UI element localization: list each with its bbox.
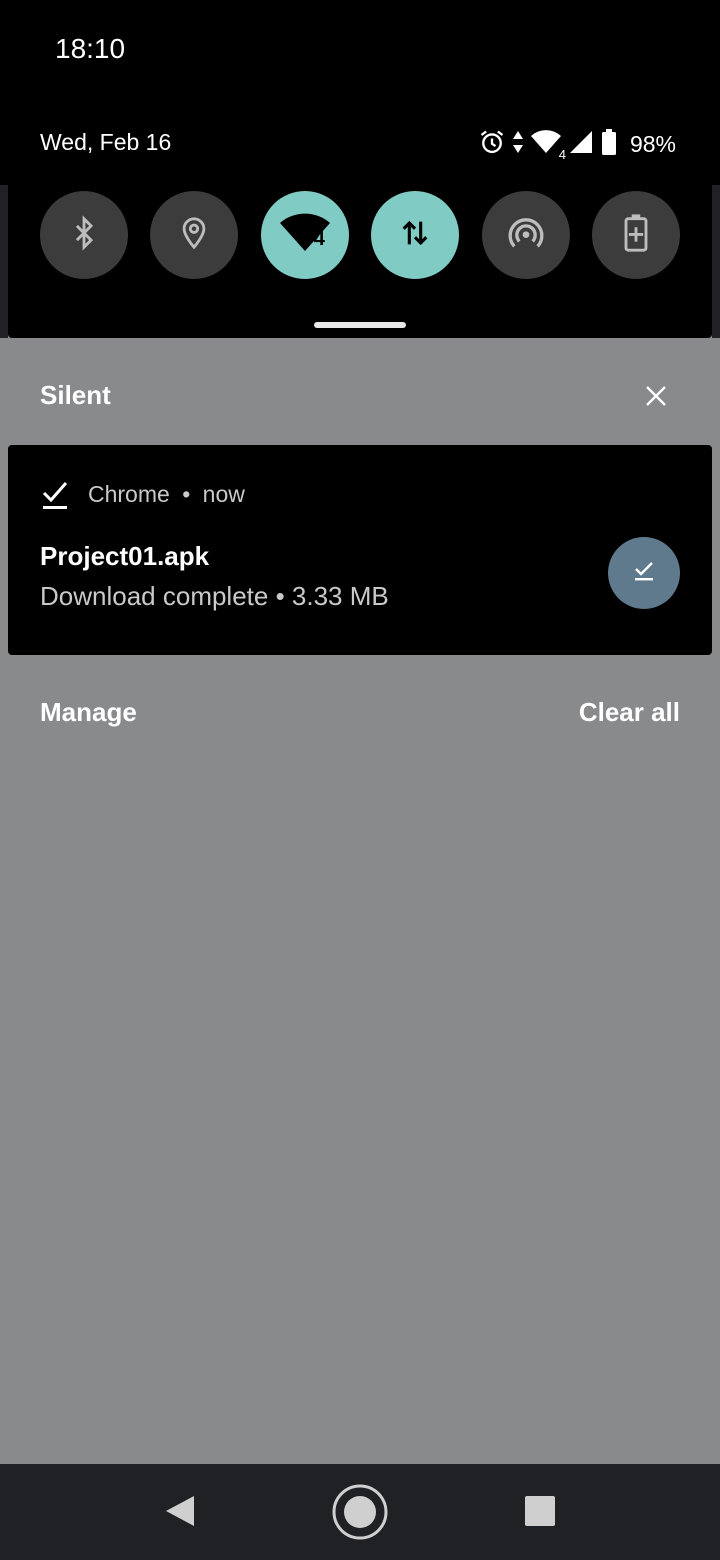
battery-icon xyxy=(600,128,618,161)
panel-edge xyxy=(712,185,720,338)
notification-text: Download complete • 3.33 MB xyxy=(40,581,389,611)
navigation-bar xyxy=(0,1464,720,1560)
back-icon[interactable] xyxy=(150,1480,210,1542)
notification-card[interactable]: Chrome • now Project01.apk Download comp… xyxy=(8,445,712,655)
notification-action-button[interactable] xyxy=(608,537,680,609)
status-bar-clock: 18:10 xyxy=(55,33,126,64)
tile-location[interactable] xyxy=(150,191,239,279)
tile-mobile-data[interactable] xyxy=(371,191,460,279)
clear-all-button[interactable]: Clear all xyxy=(579,697,680,728)
notification-separator: • xyxy=(182,481,191,507)
recents-icon[interactable] xyxy=(510,1480,570,1542)
tile-wifi[interactable]: 4 xyxy=(260,191,349,279)
wifi-status-icon: 4 xyxy=(530,129,566,162)
wifi-badge: 4 xyxy=(558,146,566,162)
wifi-tile-badge: 4 xyxy=(313,228,325,250)
notification-app-name: Chrome xyxy=(88,481,170,507)
close-icon[interactable] xyxy=(640,380,672,412)
download-done-icon xyxy=(632,559,656,588)
hotspot-icon xyxy=(506,213,546,258)
manage-button[interactable]: Manage xyxy=(40,697,137,728)
location-icon xyxy=(177,213,211,258)
notification-time: now xyxy=(202,481,245,507)
download-done-icon xyxy=(40,479,70,518)
tile-bluetooth[interactable] xyxy=(40,191,128,279)
cellular-signal-icon xyxy=(568,129,594,160)
home-icon[interactable] xyxy=(330,1482,390,1542)
alarm-icon xyxy=(478,128,506,161)
panel-drag-handle[interactable] xyxy=(314,322,406,328)
status-icons: 4 98% xyxy=(478,127,676,162)
panel-edge xyxy=(0,185,8,338)
battery-percentage: 98% xyxy=(629,130,676,157)
section-label-silent: Silent xyxy=(40,380,111,410)
bluetooth-icon xyxy=(67,213,101,258)
tile-battery-saver[interactable] xyxy=(591,191,680,279)
tile-hotspot[interactable] xyxy=(481,191,570,279)
quick-settings-date[interactable]: Wed, Feb 16 xyxy=(40,129,171,156)
data-activity-icon xyxy=(512,129,524,160)
notification-header: Chrome • now xyxy=(88,481,245,508)
notification-title: Project01.apk xyxy=(40,541,210,571)
quick-settings-tiles: 4 xyxy=(40,191,680,279)
mobile-data-icon xyxy=(398,213,432,258)
battery-saver-icon xyxy=(621,213,651,258)
